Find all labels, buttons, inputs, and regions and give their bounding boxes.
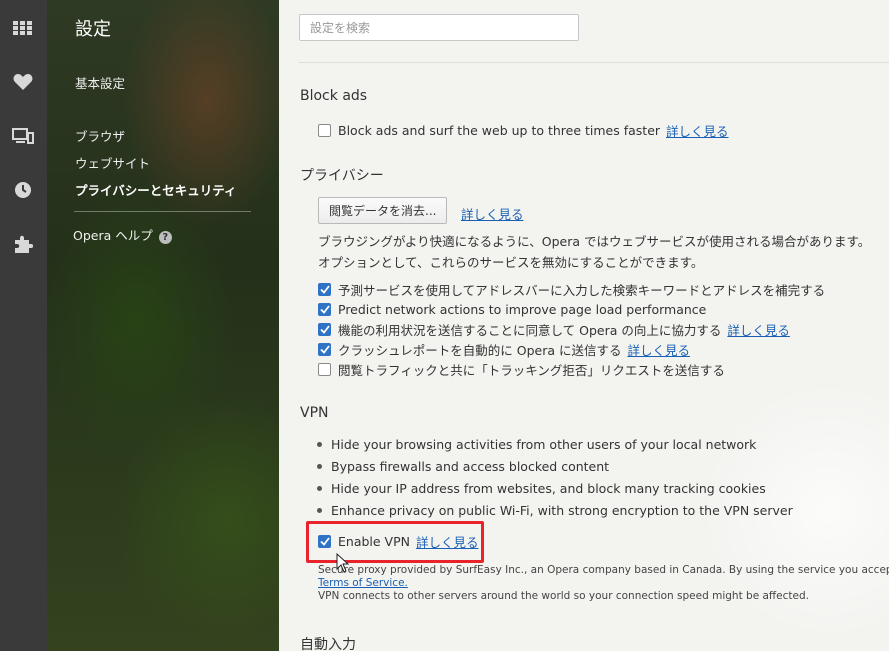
sidebar-item-basic[interactable]: 基本設定 (75, 73, 125, 92)
privacy-option-label: 閲覧トラフィックと共に「トラッキング拒否」リクエストを送信する (338, 362, 725, 378)
privacy-option-row: 機能の利用状況を送信することに同意して Opera の向上に協力する 詳しく見る (318, 320, 790, 338)
clock-icon[interactable] (8, 175, 38, 205)
privacy-option-checkbox[interactable] (318, 282, 331, 296)
help-icon: ? (158, 231, 172, 244)
privacy-option-checkbox[interactable] (318, 322, 331, 336)
sidebar-item-websites[interactable]: ウェブサイト (75, 153, 150, 172)
opera-help-label: Opera ヘルプ (73, 228, 153, 243)
privacy-option-label: Predict network actions to improve page … (338, 301, 707, 317)
heart-icon[interactable] (8, 67, 38, 97)
privacy-description: ブラウジングがより快適になるように、Opera ではウェブサービスが使用される場… (318, 234, 871, 270)
privacy-option-row: クラッシュレポートを自動的に Opera に送信する 詳しく見る (318, 340, 690, 358)
privacy-option-label: 機能の利用状況を送信することに同意して Opera の向上に協力する (338, 322, 722, 338)
privacy-option-checkbox[interactable] (318, 302, 331, 316)
bullet-dot (317, 464, 322, 469)
clear-data-learn-more-link[interactable]: 詳しく見る (461, 204, 524, 223)
blockads-label: Block ads and surf the web up to three t… (338, 122, 661, 138)
terms-of-service-wrap: Terms of Service. (318, 577, 408, 589)
settings-main: Block ads Block ads and surf the web up … (279, 0, 889, 651)
vpn-benefit-item: Hide your browsing activities from other… (317, 437, 756, 452)
icon-rail (0, 0, 47, 651)
privacy-option-label: クラッシュレポートを自動的に Opera に送信する (338, 342, 622, 358)
blockads-learn-more-link[interactable]: 詳しく見る (666, 121, 729, 140)
header-divider (299, 62, 889, 63)
privacy-option-row: 予測サービスを使用してアドレスバーに入力した検索キーワードとアドレスを補完する (318, 280, 825, 298)
search-settings-input[interactable] (299, 14, 579, 41)
settings-sidebar: 設定 基本設定 ブラウザ ウェブサイト プライバシーとセキュリティ Opera … (47, 0, 279, 651)
enable-vpn-learn-more-link[interactable]: 詳しく見る (416, 532, 479, 551)
autofill-heading: 自動入力 (300, 637, 356, 651)
vpn-provider-note: Secure proxy provided by SurfEasy Inc., … (318, 564, 889, 576)
puzzle-icon[interactable] (8, 229, 38, 259)
mouse-cursor-icon (336, 553, 350, 573)
privacy-option-row: Predict network actions to improve page … (318, 300, 706, 318)
terms-of-service-link[interactable]: Terms of Service. (318, 577, 408, 589)
vpn-benefit-text: Hide your IP address from websites, and … (331, 481, 766, 496)
vpn-benefit-text: Enhance privacy on public Wi-Fi, with st… (331, 503, 793, 518)
privacy-heading: プライバシー (300, 168, 384, 184)
apps-grid-icon[interactable] (8, 13, 38, 43)
vpn-benefit-text: Bypass firewalls and access blocked cont… (331, 459, 610, 474)
vpn-benefit-item: Hide your IP address from websites, and … (317, 481, 766, 496)
vpn-benefit-text: Hide your browsing activities from other… (331, 437, 757, 452)
bullet-dot (317, 442, 322, 447)
privacy-option-learn-more-link[interactable]: 詳しく見る (627, 340, 690, 359)
enable-vpn-label: Enable VPN (338, 533, 410, 549)
enable-vpn-checkbox[interactable] (318, 534, 331, 548)
vpn-benefit-item: Bypass firewalls and access blocked cont… (317, 459, 609, 474)
sidebar-item-privacy-security[interactable]: プライバシーとセキュリティ (75, 180, 237, 199)
blockads-checkbox[interactable] (318, 123, 331, 137)
sidebar-item-opera-help[interactable]: Opera ヘルプ? (73, 225, 172, 244)
privacy-option-checkbox[interactable] (318, 362, 331, 376)
privacy-option-label: 予測サービスを使用してアドレスバーに入力した検索キーワードとアドレスを補完する (338, 282, 826, 298)
blockads-row: Block ads and surf the web up to three t… (318, 121, 729, 139)
privacy-option-checkbox[interactable] (318, 342, 331, 356)
sidebar-title: 設定 (75, 19, 111, 40)
privacy-option-row: 閲覧トラフィックと共に「トラッキング拒否」リクエストを送信する (318, 360, 725, 378)
enable-vpn-row: Enable VPN 詳しく見る (318, 532, 479, 550)
vpn-speed-note: VPN connects to other servers around the… (318, 590, 809, 602)
privacy-option-learn-more-link[interactable]: 詳しく見る (727, 320, 790, 339)
sidebar-item-browser[interactable]: ブラウザ (75, 126, 125, 145)
devices-icon[interactable] (8, 121, 38, 151)
sidebar-divider (74, 211, 251, 212)
clear-browsing-data-button[interactable]: 閲覧データを消去... (318, 197, 448, 224)
blockads-heading: Block ads (300, 88, 368, 104)
vpn-heading: VPN (300, 405, 329, 421)
vpn-benefit-item: Enhance privacy on public Wi-Fi, with st… (317, 503, 793, 518)
bullet-dot (317, 508, 322, 513)
bullet-dot (317, 486, 322, 491)
